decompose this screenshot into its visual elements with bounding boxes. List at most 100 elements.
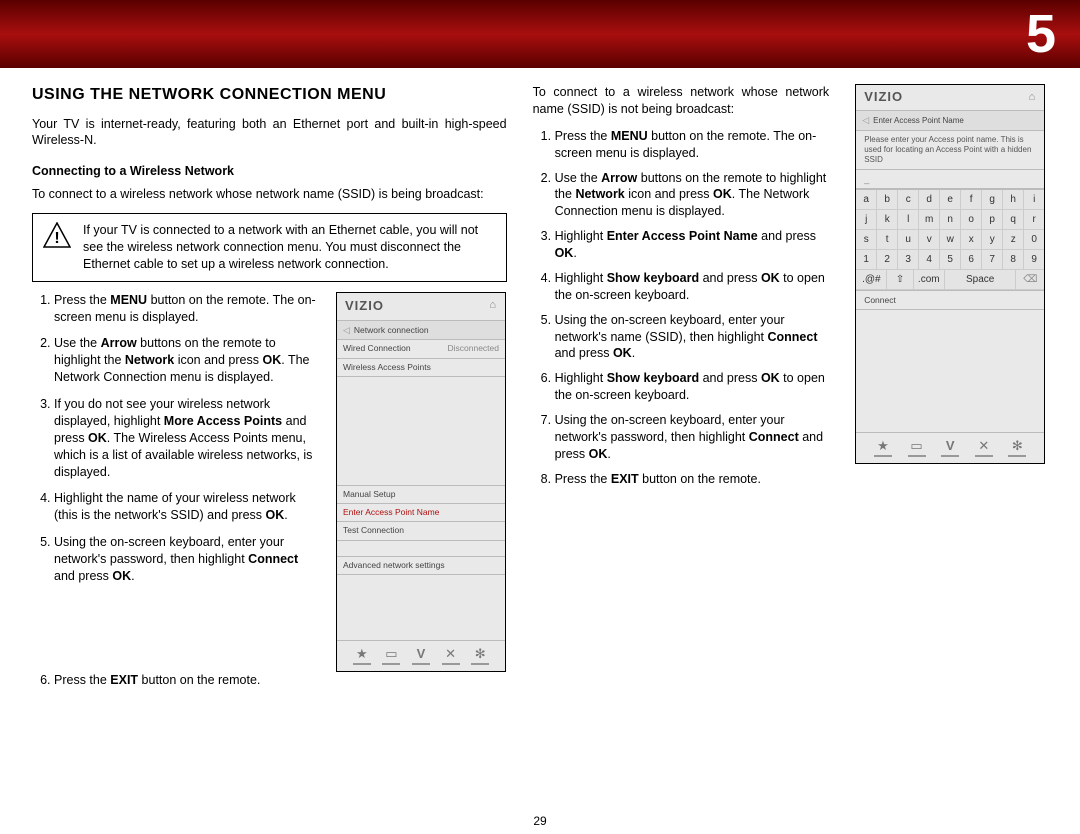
list-item: Press the MENU button on the remote. The… <box>555 128 830 162</box>
intro-text: Your TV is internet-ready, featuring bot… <box>32 116 507 150</box>
manual-setup-row: Manual Setup <box>337 485 505 503</box>
menu-title: Enter Access Point Name <box>873 116 964 125</box>
figure-brand: VIZIO <box>345 297 384 315</box>
column-1: USING THE NETWORK CONNECTION MENU Your T… <box>32 84 507 697</box>
home-icon: ⌂ <box>489 298 497 313</box>
kb-key: k <box>877 210 898 230</box>
kb-key: e <box>940 190 961 210</box>
list-item: Press the EXIT button on the remote. <box>54 672 507 689</box>
figure-footer-icons: ★ ▭ V ✕ ✻ <box>337 640 505 671</box>
kb-key: z <box>1003 230 1024 250</box>
tv-icon: ▭ <box>382 647 400 665</box>
page-content: USING THE NETWORK CONNECTION MENU Your T… <box>0 68 1080 705</box>
ssid-input: _ <box>856 169 1044 189</box>
kb-key: i <box>1024 190 1044 210</box>
kb-key: r <box>1024 210 1044 230</box>
gear-icon: ✻ <box>471 647 489 665</box>
advanced-row: Advanced network settings <box>337 556 505 574</box>
kb-key: u <box>898 230 919 250</box>
steps-list-1b: Press the EXIT button on the remote. <box>32 672 507 689</box>
wireless-row: Wireless Access Points <box>337 358 505 376</box>
steps-list-2: Press the MENU button on the remote. The… <box>533 128 830 488</box>
back-icon: ◁ <box>343 324 350 336</box>
kb-key: n <box>940 210 961 230</box>
tv-icon: ▭ <box>908 439 926 457</box>
kb-key: q <box>1003 210 1024 230</box>
list-item: Using the on-screen keyboard, enter your… <box>555 312 830 363</box>
home-icon: ⌂ <box>1029 91 1037 103</box>
connect-row: Connect <box>856 290 1044 309</box>
help-text: Please enter your Access point name. Thi… <box>856 130 1044 169</box>
v-icon: V <box>941 439 959 457</box>
figure-brand: VIZIO <box>864 89 903 104</box>
kb-key: y <box>982 230 1003 250</box>
list-item: Use the Arrow buttons on the remote to h… <box>54 335 322 386</box>
warning-text: If your TV is connected to a network wit… <box>83 222 496 273</box>
list-item: Highlight Show keyboard and press OK to … <box>555 270 830 304</box>
menu-title: Network connection <box>354 325 429 336</box>
figure-keyboard-menu: VIZIO ⌂ ◁ Enter Access Point Name Please… <box>855 84 1045 464</box>
list-item: Highlight Show keyboard and press OK to … <box>555 370 830 404</box>
list-item: Use the Arrow buttons on the remote to h… <box>555 170 830 221</box>
page-number: 29 <box>0 814 1080 828</box>
kb-key: w <box>940 230 961 250</box>
kb-key: d <box>919 190 940 210</box>
kb-com-key: .com <box>914 270 945 290</box>
kb-key: j <box>856 210 877 230</box>
kb-row: a b c d e f g h i <box>856 190 1044 210</box>
kb-key: x <box>961 230 982 250</box>
close-icon: ✕ <box>975 439 993 457</box>
kb-space-key: Space <box>945 270 1017 290</box>
subsection-title: Connecting to a Wireless Network <box>32 163 507 180</box>
warning-icon: ! <box>43 222 71 252</box>
kb-key: 1 <box>856 250 877 270</box>
kb-key: 2 <box>877 250 898 270</box>
list-item: If you do not see your wireless network … <box>54 396 322 480</box>
kb-key: g <box>982 190 1003 210</box>
enter-ap-row: Enter Access Point Name <box>337 503 505 521</box>
kb-key: 7 <box>982 250 1003 270</box>
kb-key: 4 <box>919 250 940 270</box>
column-2: To connect to a wireless network whose n… <box>533 84 830 697</box>
kb-key: m <box>919 210 940 230</box>
star-icon: ★ <box>874 439 892 457</box>
list-item: Highlight Enter Access Point Name and pr… <box>555 228 830 262</box>
wired-status: Disconnected <box>447 343 499 354</box>
list-item: Using the on-screen keyboard, enter your… <box>54 534 322 585</box>
star-icon: ★ <box>353 647 371 665</box>
kb-shift-key: ⇧ <box>887 270 913 290</box>
test-connection-row: Test Connection <box>337 521 505 539</box>
back-icon: ◁ <box>862 115 869 126</box>
kb-key: b <box>877 190 898 210</box>
list-item: Press the MENU button on the remote. The… <box>54 292 322 326</box>
chapter-banner: 5 <box>0 0 1080 68</box>
kb-key: p <box>982 210 1003 230</box>
kb-key: t <box>877 230 898 250</box>
svg-text:!: ! <box>54 230 59 247</box>
kb-key: o <box>961 210 982 230</box>
gear-icon: ✻ <box>1008 439 1026 457</box>
kb-key: 0 <box>1024 230 1044 250</box>
wired-connection-row: Wired Connection Disconnected <box>337 339 505 357</box>
kb-key: v <box>919 230 940 250</box>
chapter-number: 5 <box>1026 3 1056 65</box>
kb-key: l <box>898 210 919 230</box>
kb-key: h <box>1003 190 1024 210</box>
kb-key: 3 <box>898 250 919 270</box>
warning-note: ! If your TV is connected to a network w… <box>32 213 507 282</box>
v-icon: V <box>412 647 430 665</box>
kb-backspace-key: ⌫ <box>1016 270 1044 290</box>
list-item: Using the on-screen keyboard, enter your… <box>555 412 830 463</box>
steps-list-1: Press the MENU button on the remote. The… <box>32 292 322 585</box>
lead-in-text-2: To connect to a wireless network whose n… <box>533 84 830 118</box>
figure-network-menu: VIZIO ⌂ ◁ Network connection Wired Conne… <box>336 292 506 672</box>
close-icon: ✕ <box>442 647 460 665</box>
kb-key: f <box>961 190 982 210</box>
kb-key: a <box>856 190 877 210</box>
list-item: Highlight the name of your wireless netw… <box>54 490 322 524</box>
figure-footer-icons: ★ ▭ V ✕ ✻ <box>856 432 1044 463</box>
section-title: USING THE NETWORK CONNECTION MENU <box>32 84 507 106</box>
kb-key: 6 <box>961 250 982 270</box>
list-item: Press the EXIT button on the remote. <box>555 471 830 488</box>
kb-key: 5 <box>940 250 961 270</box>
